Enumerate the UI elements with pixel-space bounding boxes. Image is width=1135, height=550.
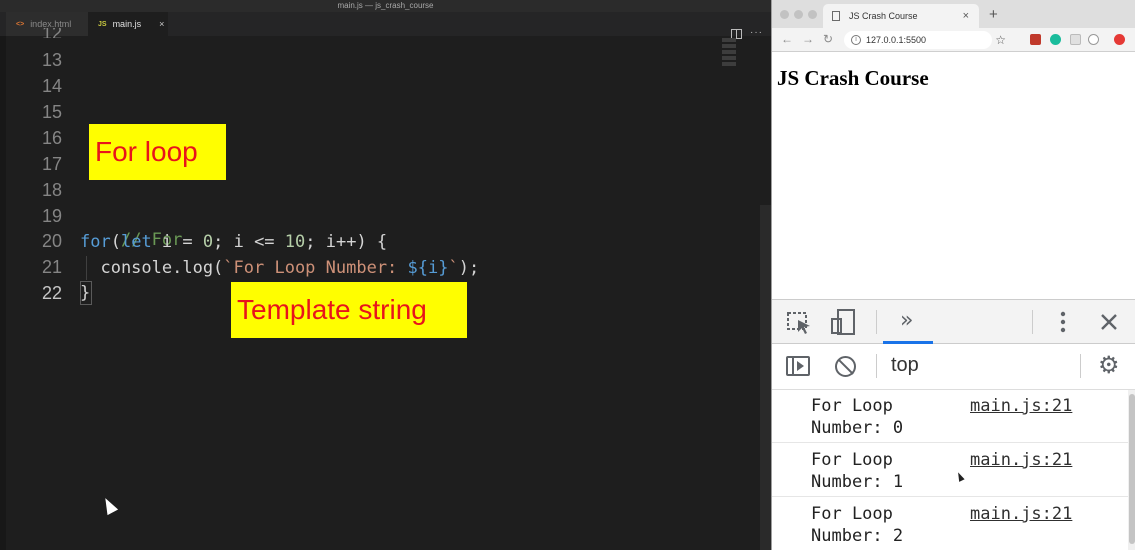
toolbar-divider bbox=[876, 310, 877, 334]
line-number: 15 bbox=[41, 102, 62, 122]
line-number: 14 bbox=[41, 76, 62, 96]
editor-scrollbar[interactable] bbox=[760, 205, 771, 550]
browser-tab-strip: JS Crash Course × + bbox=[772, 0, 1135, 28]
inspect-element-icon[interactable] bbox=[786, 311, 812, 335]
close-devtools-icon[interactable] bbox=[1100, 313, 1118, 331]
show-sidebar-icon[interactable] bbox=[786, 356, 810, 376]
html-file-icon: <> bbox=[16, 20, 25, 28]
new-tab-button[interactable]: + bbox=[989, 6, 998, 23]
device-toolbar-icon[interactable] bbox=[830, 308, 858, 336]
browser-window: JS Crash Course × + ← → ↻ i 127.0.0.1:55… bbox=[771, 0, 1135, 550]
mouse-pointer-icon bbox=[100, 495, 119, 516]
tab-main-js[interactable]: JS main.js × bbox=[88, 12, 168, 36]
console-scrollbar-thumb[interactable] bbox=[1129, 394, 1135, 544]
url-text: 127.0.0.1:5500 bbox=[866, 35, 927, 45]
console-log-message: For Loop Number: 0 bbox=[811, 396, 904, 438]
line-number: 13 bbox=[41, 50, 62, 70]
console-log-row: For Loop Number: 2 main.js:21 bbox=[772, 498, 1128, 550]
bookmark-star-icon[interactable]: ☆ bbox=[995, 31, 1006, 49]
code-line-for[interactable]: for(let i = 0; i <= 10; i++) { bbox=[80, 230, 387, 254]
forward-icon[interactable]: → bbox=[802, 32, 814, 46]
context-selector[interactable]: top bbox=[891, 354, 919, 377]
console-log-source-link[interactable]: main.js:21 bbox=[970, 395, 1072, 417]
keyword-token: let bbox=[120, 232, 152, 252]
gear-icon[interactable]: ⚙ bbox=[1098, 351, 1120, 379]
string-token: ` bbox=[448, 258, 459, 278]
number-token: 0 bbox=[202, 232, 214, 252]
devtools-toolbar: » bbox=[772, 299, 1135, 344]
maximize-window-button[interactable] bbox=[808, 10, 817, 19]
code-token: i = bbox=[151, 232, 203, 252]
number-token: 10 bbox=[284, 232, 306, 252]
back-icon[interactable]: ← bbox=[781, 32, 793, 46]
annotation-template-string: Template string bbox=[231, 282, 467, 338]
browser-tab[interactable]: JS Crash Course × bbox=[823, 4, 979, 28]
console-log-source-link[interactable]: main.js:21 bbox=[970, 449, 1072, 471]
page-heading: JS Crash Course bbox=[777, 66, 929, 90]
line-number: 16 bbox=[41, 128, 62, 148]
document-icon bbox=[832, 11, 840, 21]
code-line-comment[interactable]: // For bbox=[80, 204, 182, 250]
close-window-button[interactable] bbox=[780, 10, 789, 19]
tab-label: main.js bbox=[112, 19, 142, 29]
reload-icon[interactable]: ↻ bbox=[823, 32, 833, 46]
line-number: 12 bbox=[41, 28, 62, 38]
page-viewport: JS Crash Course bbox=[772, 52, 1135, 299]
line-number: 19 bbox=[41, 206, 62, 226]
extension-icon[interactable] bbox=[1088, 34, 1099, 45]
extension-icon[interactable] bbox=[1114, 34, 1125, 45]
line-number-current: 22 bbox=[41, 283, 62, 303]
toolbar-divider bbox=[1080, 354, 1081, 378]
kebab-menu-icon[interactable] bbox=[1059, 310, 1067, 334]
line-number: 21 bbox=[41, 257, 62, 277]
code-line-close-brace[interactable]: } bbox=[80, 281, 90, 305]
info-icon[interactable]: i bbox=[851, 35, 861, 45]
code-token: ); bbox=[458, 258, 480, 278]
console-log-message: For Loop Number: 1 bbox=[811, 450, 904, 492]
line-number: 18 bbox=[41, 180, 62, 200]
editor-tab-bar: <> index.html JS main.js × ··· bbox=[0, 12, 771, 39]
code-line-console-log[interactable]: console.log(`For Loop Number: ${i}`); bbox=[80, 256, 479, 280]
code-token: ; i++) { bbox=[305, 232, 388, 252]
close-icon[interactable]: × bbox=[159, 19, 164, 29]
js-file-icon: JS bbox=[98, 20, 107, 28]
extension-icon[interactable] bbox=[1030, 34, 1041, 45]
code-token: ; i <= bbox=[213, 232, 285, 252]
toolbar-divider bbox=[1032, 310, 1033, 334]
extension-icon[interactable] bbox=[1050, 34, 1061, 45]
line-number: 17 bbox=[41, 154, 62, 174]
annotation-for-loop: For loop bbox=[89, 124, 226, 180]
address-bar[interactable]: i 127.0.0.1:5500 ☆ bbox=[844, 31, 1006, 49]
extension-icon[interactable] bbox=[1070, 34, 1081, 45]
interpolation-token: ${i} bbox=[407, 258, 449, 278]
activity-strip bbox=[0, 36, 6, 550]
keyword-token: for bbox=[80, 232, 111, 252]
string-token: `For Loop Number: bbox=[223, 258, 408, 278]
close-tab-icon[interactable]: × bbox=[963, 4, 969, 28]
console-toolbar: top ⚙ bbox=[772, 344, 1135, 390]
code-token: console.log( bbox=[80, 258, 224, 278]
toolbar-divider bbox=[876, 354, 877, 378]
minimap[interactable] bbox=[722, 36, 758, 76]
code-editor[interactable]: main.js — js_crash_course <> index.html … bbox=[0, 0, 771, 550]
window-title: main.js — js_crash_course bbox=[0, 0, 771, 12]
console-messages: For Loop Number: 0 main.js:21 For Loop N… bbox=[772, 390, 1135, 550]
more-tabs-icon[interactable]: » bbox=[900, 308, 913, 333]
console-log-row: For Loop Number: 0 main.js:21 bbox=[772, 390, 1128, 443]
address-toolbar: ← → ↻ i 127.0.0.1:5500 ☆ bbox=[772, 28, 1135, 52]
console-log-row: For Loop Number: 1 main.js:21 bbox=[772, 444, 1128, 497]
console-log-source-link[interactable]: main.js:21 bbox=[970, 503, 1072, 525]
browser-tab-title: JS Crash Course bbox=[849, 11, 918, 21]
console-log-message: For Loop Number: 2 bbox=[811, 504, 904, 546]
line-number: 20 bbox=[41, 231, 62, 251]
punct-token: ( bbox=[110, 232, 121, 252]
minimize-window-button[interactable] bbox=[794, 10, 803, 19]
clear-console-icon[interactable] bbox=[835, 356, 856, 377]
